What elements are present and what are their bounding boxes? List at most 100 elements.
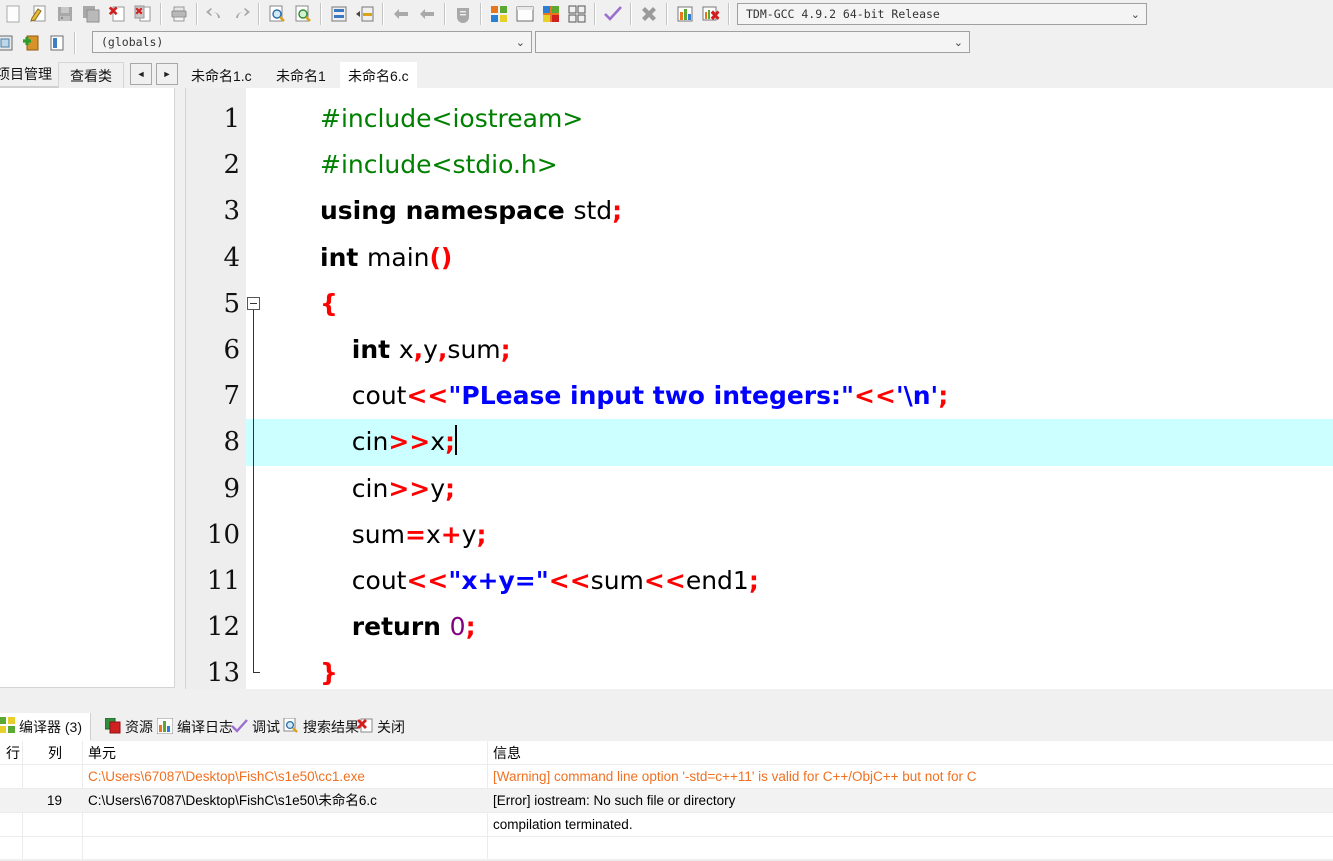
table-cell-unit [82, 813, 482, 837]
close-all-icon[interactable] [130, 2, 156, 26]
table-row[interactable]: compilation terminated. [0, 813, 1333, 837]
triangle-left-icon: ◄ [136, 69, 146, 79]
code-line-4[interactable]: int main() [246, 235, 1333, 281]
print-icon[interactable] [166, 2, 192, 26]
back-icon[interactable] [388, 2, 414, 26]
editor-tab-0[interactable]: 未命名1.c [183, 62, 260, 90]
table-cell-col [22, 765, 72, 789]
code-line-8[interactable]: cin>>x; [246, 419, 1333, 466]
code-line-text: { [320, 288, 338, 318]
sidebar-tab-project-label: 项目管理 [0, 66, 52, 82]
sidebar-tab-project[interactable]: 项目管理 [0, 62, 60, 88]
code-editor[interactable]: 1 2 3 4 5 6 7 8 9 10 11 12 13 #include<iostream> #inc… [185, 88, 1333, 689]
close-file-icon[interactable] [104, 2, 130, 26]
code-line-5[interactable]: { [246, 281, 1333, 327]
line-number: 4 [223, 242, 240, 273]
tab-scroll-prev-button[interactable]: ◄ [130, 63, 152, 85]
code-text-area[interactable]: #include<iostream> #include<stdio.h> using… [246, 88, 1333, 689]
syntax-check-icon[interactable] [600, 2, 626, 26]
code-line-text: sum=x+y; [320, 519, 487, 549]
open-file-icon[interactable] [26, 2, 52, 26]
toggle-icon[interactable] [450, 2, 476, 26]
tab-close-label: 关闭 [377, 719, 405, 735]
add-to-project-icon[interactable] [18, 31, 44, 55]
code-line-9[interactable]: cin>>y; [246, 466, 1333, 512]
table-cell-line [0, 789, 20, 813]
chevron-down-icon: ⌄ [1130, 8, 1140, 21]
table-row[interactable]: C:\Users\67087\Desktop\FishC\s1e50\cc1.e… [0, 765, 1333, 789]
line-number: 8 [223, 427, 240, 458]
column-header[interactable]: 信息 [487, 741, 1327, 765]
code-line-13[interactable]: } [246, 650, 1333, 689]
code-line-text: cout<<"PLease input two integers:"<<'\n'… [320, 381, 949, 411]
table-row[interactable]: 19 C:\Users\67087\Desktop\FishC\s1e50\未命名… [0, 789, 1333, 813]
toolbar-group-nav [388, 1, 476, 27]
project-browser-panel[interactable] [0, 88, 175, 688]
chevron-down-icon: ⌄ [953, 36, 963, 49]
project-icon[interactable] [0, 31, 18, 55]
editor-tab-label: 未命名1.c [191, 68, 252, 84]
member-select[interactable]: ⌄ [535, 31, 970, 53]
new-file-icon[interactable] [0, 2, 26, 26]
remove-from-project-icon[interactable] [44, 31, 70, 55]
editor-tab-2[interactable]: 未命名6.c [340, 62, 417, 90]
replace-icon[interactable] [290, 2, 316, 26]
forward-icon[interactable] [414, 2, 440, 26]
compiler-select-value: TDM-GCC 4.9.2 64-bit Release [746, 7, 940, 21]
compile-run-icon[interactable] [538, 2, 564, 26]
line-number: 13 [206, 658, 240, 689]
fold-collapse-icon[interactable] [247, 296, 260, 310]
table-cell-col: 19 [46, 793, 62, 808]
code-line-1[interactable]: #include<iostream> [246, 96, 1333, 142]
code-line-text: } [320, 658, 338, 688]
column-header[interactable]: 行 [0, 741, 20, 765]
code-line-10[interactable]: sum=x+y; [246, 512, 1333, 558]
toolbar-separator [258, 3, 260, 25]
table-cell-line [0, 765, 20, 789]
code-line-2[interactable]: #include<stdio.h> [246, 142, 1333, 188]
code-line-12[interactable]: return 0; [246, 604, 1333, 650]
class-browser-select[interactable]: (globals) ⌄ [92, 31, 532, 53]
toolbar-separator [160, 3, 162, 25]
code-line-3[interactable]: using namespace std; [246, 188, 1333, 234]
save-file-icon[interactable] [52, 2, 78, 26]
toolbar-group-file [0, 1, 192, 27]
tab-compiler[interactable]: 编译器 (3) [0, 713, 91, 741]
run-icon[interactable] [512, 2, 538, 26]
rebuild-icon[interactable] [564, 2, 590, 26]
code-line-7[interactable]: cout<<"PLease input two integers:"<<'\n'… [246, 373, 1333, 419]
close-red-icon [357, 718, 373, 737]
table-row[interactable] [0, 837, 1333, 861]
tab-scroll-next-button[interactable]: ► [156, 63, 178, 85]
indent-icon[interactable] [352, 2, 378, 26]
compiler-messages-table[interactable]: 行列单元 信息 C:\Users\67087\Desktop\FishC\s1e50… [0, 741, 1333, 861]
fold-guide-line [253, 309, 254, 673]
sidebar-tab-class[interactable]: 查看类 [58, 62, 124, 88]
stop-icon[interactable] [636, 2, 662, 26]
code-line-text: #include<iostream> [320, 104, 584, 133]
code-line-text: int x,y,sum; [351, 335, 511, 364]
undo-icon[interactable] [202, 2, 228, 26]
profile-icon[interactable] [672, 2, 698, 26]
editor-tab-1[interactable]: 未命名1 [268, 62, 334, 90]
compile-icon[interactable] [486, 2, 512, 26]
find-icon[interactable] [264, 2, 290, 26]
table-cell-info: compilation terminated. [493, 817, 633, 832]
class-browser-value: (globals) [101, 35, 164, 49]
goto-line-icon[interactable] [326, 2, 352, 26]
table-cell-line [0, 813, 20, 837]
tab-bar: 项目管理 查看类 ◄ ► 未命名1.c 未命名1 未命名6.c [0, 58, 1333, 90]
line-number: 7 [223, 381, 240, 412]
delete-profile-icon[interactable] [698, 2, 724, 26]
redo-icon[interactable] [228, 2, 254, 26]
column-header[interactable]: 列 [22, 741, 72, 765]
table-cell-line [0, 837, 20, 861]
code-line-11[interactable]: cout<<"x+y="<<sum<<end1; [246, 558, 1333, 604]
save-all-icon[interactable] [78, 2, 104, 26]
column-header[interactable]: 单元 [82, 741, 482, 765]
line-number: 9 [223, 473, 240, 504]
toolbar-group-edit [202, 1, 254, 27]
compiler-select[interactable]: TDM-GCC 4.9.2 64-bit Release ⌄ [737, 3, 1147, 25]
code-line-6[interactable]: int x,y,sum; [246, 327, 1333, 373]
tab-close[interactable]: 关闭 [349, 713, 413, 741]
